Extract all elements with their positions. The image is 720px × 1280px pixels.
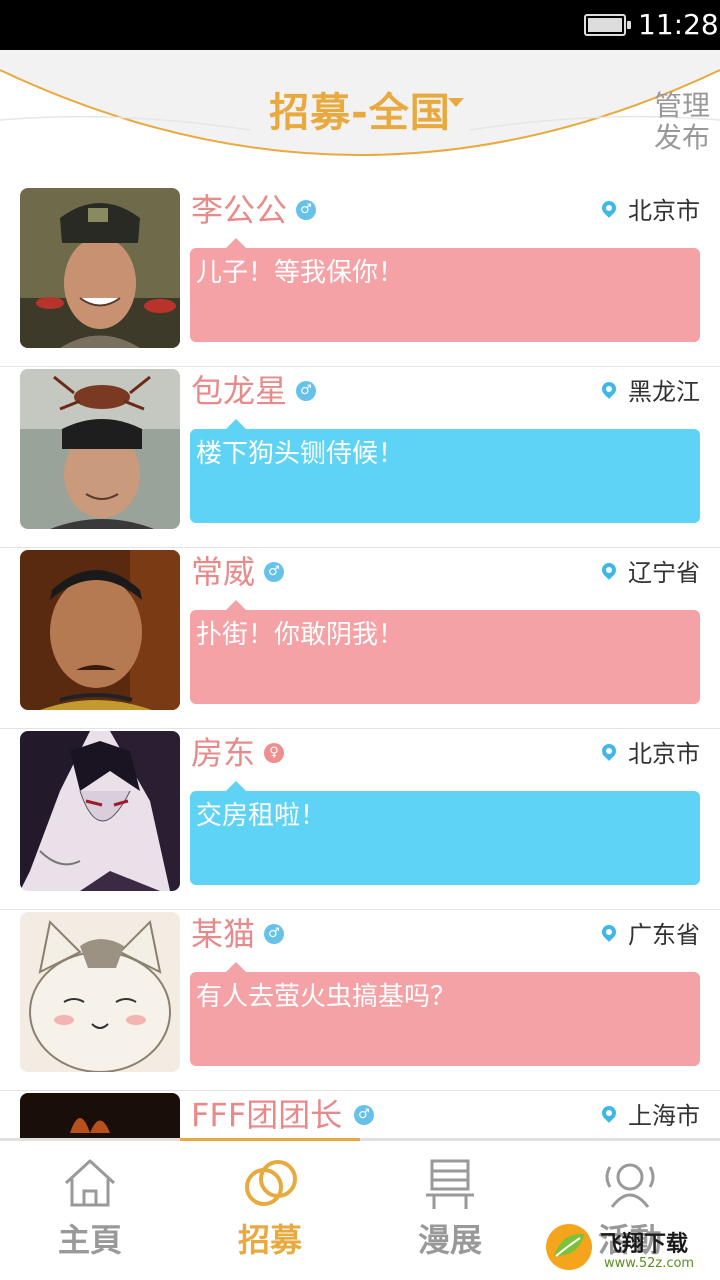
location: 广东省 xyxy=(602,918,700,952)
male-gender-icon: ♂ xyxy=(296,200,316,220)
status-bar: 11:28 xyxy=(0,0,720,50)
watermark-url: www.52z.com xyxy=(604,1256,695,1271)
location-pin-icon xyxy=(602,382,616,402)
post-item[interactable]: 某猫 ♂ 广东省 有人去萤火虫搞基吗？ xyxy=(0,910,720,1091)
header: 招募-全国 管理 发布 xyxy=(0,50,720,186)
location-text: 北京市 xyxy=(628,740,700,768)
location-text: 广东省 xyxy=(628,921,700,949)
location: 上海市 xyxy=(602,1099,700,1133)
location: 北京市 xyxy=(602,194,700,228)
location-text: 辽宁省 xyxy=(628,559,700,587)
location-text: 北京市 xyxy=(628,197,700,225)
message-bubble[interactable]: 楼下狗头铡侍候！ xyxy=(190,419,700,523)
post-item[interactable]: 李公公 ♂ 北京市 儿子！等我保你！ xyxy=(0,186,720,367)
post-item[interactable]: 包龙星 ♂ 黑龙江 楼下狗头铡侍候！ xyxy=(0,367,720,548)
avatar[interactable] xyxy=(20,550,180,710)
tab-home-label: 主頁 xyxy=(57,1221,122,1259)
location-pin-icon xyxy=(602,201,616,221)
tab-home[interactable]: 主頁 xyxy=(0,1141,180,1280)
message-bubble[interactable]: 儿子！等我保你！ xyxy=(190,238,700,342)
dropdown-triangle-icon[interactable] xyxy=(448,98,464,107)
post-item[interactable]: 常威 ♂ 辽宁省 扑街！你敢阴我！ xyxy=(0,548,720,729)
male-gender-icon: ♂ xyxy=(264,562,284,582)
location-pin-icon xyxy=(602,563,616,583)
user-name[interactable]: 李公公 xyxy=(191,188,287,232)
tab-exhibition-label: 漫展 xyxy=(417,1221,482,1259)
leaf-logo-icon xyxy=(546,1224,592,1270)
post-item[interactable]: 房东 ♀ 北京市 交房租啦！ xyxy=(0,729,720,910)
watermark: 飞翔下载 www.52z.com xyxy=(544,1222,714,1276)
message-bubble[interactable]: 交房租啦！ xyxy=(190,781,700,885)
region-title[interactable]: 招募-全国 xyxy=(269,80,451,138)
rings-icon xyxy=(245,1160,297,1206)
publish-label: 发布 xyxy=(653,121,710,154)
location: 辽宁省 xyxy=(602,556,700,590)
user-name[interactable]: 房东 xyxy=(191,731,255,775)
battery-icon xyxy=(584,14,631,36)
tab-exhibition[interactable]: 漫展 xyxy=(360,1141,540,1280)
manage-publish-button[interactable]: 管理 发布 xyxy=(652,90,712,154)
recruit-feed[interactable]: 李公公 ♂ 北京市 儿子！等我保你！ 包龙星 ♂ 黑龙江 楼下狗头铡侍候！ 常威… xyxy=(0,186,720,1138)
status-time: 11:28 xyxy=(638,8,719,41)
home-icon xyxy=(64,1159,116,1207)
exhibition-icon xyxy=(426,1159,474,1209)
location: 北京市 xyxy=(602,737,700,771)
user-name[interactable]: 常威 xyxy=(191,550,255,594)
location: 黑龙江 xyxy=(602,375,700,409)
location-text: 上海市 xyxy=(628,1102,700,1130)
message-bubble[interactable]: 扑街！你敢阴我！ xyxy=(190,600,700,704)
manage-label: 管理 xyxy=(653,89,710,122)
male-gender-icon: ♂ xyxy=(264,924,284,944)
post-item[interactable]: FFF团团长 ♂ 上海市 xyxy=(0,1091,720,1138)
location-pin-icon xyxy=(602,744,616,764)
message-bubble[interactable]: 有人去萤火虫搞基吗？ xyxy=(190,962,700,1066)
watermark-text: 飞翔下载 xyxy=(600,1232,689,1257)
user-name[interactable]: 包龙星 xyxy=(191,369,287,413)
location-pin-icon xyxy=(602,1106,616,1126)
tab-recruit-label: 招募 xyxy=(237,1221,302,1259)
tab-recruit[interactable]: 招募 xyxy=(180,1141,360,1280)
activity-icon xyxy=(605,1163,655,1208)
avatar[interactable] xyxy=(20,1093,180,1138)
avatar[interactable] xyxy=(20,731,180,891)
male-gender-icon: ♂ xyxy=(354,1105,374,1125)
page-title[interactable]: 招募-全国 xyxy=(0,80,720,138)
avatar[interactable] xyxy=(20,188,180,348)
location-pin-icon xyxy=(602,925,616,945)
user-name[interactable]: 某猫 xyxy=(191,912,255,956)
male-gender-icon: ♂ xyxy=(296,381,316,401)
user-name[interactable]: FFF团团长 xyxy=(191,1093,342,1137)
female-gender-icon: ♀ xyxy=(264,743,284,763)
location-text: 黑龙江 xyxy=(628,378,700,406)
avatar[interactable] xyxy=(20,369,180,529)
avatar[interactable] xyxy=(20,912,180,1072)
